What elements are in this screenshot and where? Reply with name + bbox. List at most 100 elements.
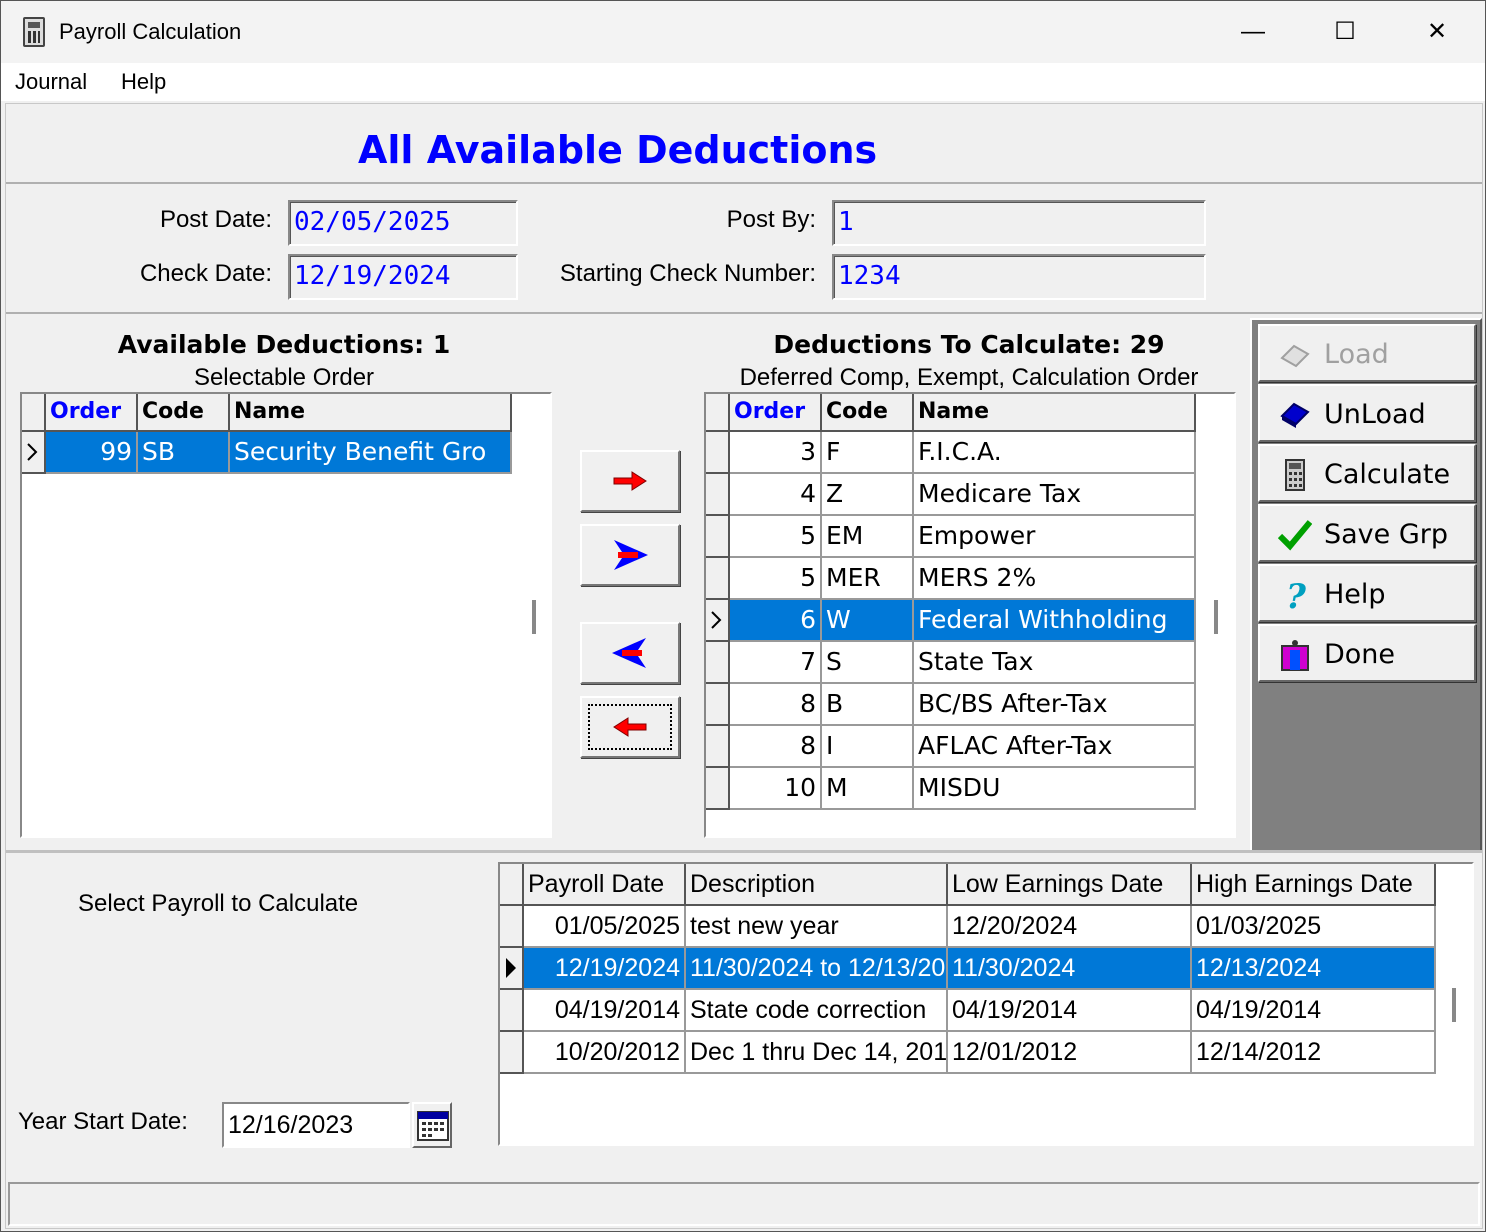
col-description[interactable]: Description	[686, 864, 948, 906]
table-cell-name[interactable]: AFLAC After-Tax	[914, 726, 1196, 768]
table-cell-order[interactable]: 7	[730, 642, 822, 684]
table-cell-low[interactable]: 12/01/2012	[948, 1032, 1192, 1074]
table-cell-name[interactable]: F.I.C.A.	[914, 432, 1196, 474]
table-cell-date[interactable]: 01/05/2025	[524, 906, 686, 948]
col-code[interactable]: Code	[138, 394, 230, 432]
row-indicator[interactable]	[706, 684, 730, 726]
table-cell-order[interactable]: 3	[730, 432, 822, 474]
col-name[interactable]: Name	[230, 394, 512, 432]
row-indicator[interactable]	[706, 768, 730, 810]
available-deductions-subtitle: Selectable Order	[193, 364, 375, 391]
row-indicator[interactable]	[706, 474, 730, 516]
table-cell-desc[interactable]: State code correction	[686, 990, 948, 1032]
row-indicator[interactable]	[500, 906, 524, 948]
table-cell-name[interactable]: Empower	[914, 516, 1196, 558]
table-cell-code[interactable]: F	[822, 432, 914, 474]
post-date-field[interactable]: 02/05/2025	[288, 200, 518, 246]
table-cell-low[interactable]: 11/30/2024	[948, 948, 1192, 990]
col-order[interactable]: Order	[730, 394, 822, 432]
col-order[interactable]: Order	[46, 394, 138, 432]
save-grp-button[interactable]: Save Grp	[1258, 504, 1476, 562]
table-cell-code[interactable]: MER	[822, 558, 914, 600]
table-cell-code[interactable]: I	[822, 726, 914, 768]
col-name[interactable]: Name	[914, 394, 1196, 432]
starting-check-number-field[interactable]: 1234	[832, 254, 1206, 300]
table-cell-name[interactable]: MISDU	[914, 768, 1196, 810]
table-cell-code[interactable]: EM	[822, 516, 914, 558]
payroll-calculation-window: Payroll Calculation — ☐ ✕ Journal Help A…	[0, 0, 1486, 1232]
row-indicator[interactable]	[706, 642, 730, 684]
table-cell-desc[interactable]: Dec 1 thru Dec 14, 201	[686, 1032, 948, 1074]
row-indicator[interactable]	[706, 558, 730, 600]
row-indicator[interactable]	[706, 516, 730, 558]
table-cell-desc[interactable]: 11/30/2024 to 12/13/20	[686, 948, 948, 990]
maximize-button[interactable]: ☐	[1315, 11, 1375, 53]
table-cell-order[interactable]: 4	[730, 474, 822, 516]
calendar-button[interactable]	[412, 1102, 452, 1148]
scrollbar-thumb[interactable]	[1214, 600, 1218, 634]
row-indicator[interactable]	[500, 1032, 524, 1074]
table-cell-order[interactable]: 8	[730, 726, 822, 768]
table-cell-name[interactable]: Security Benefit Gro	[230, 432, 512, 474]
table-cell-code[interactable]: SB	[138, 432, 230, 474]
table-cell-date[interactable]: 04/19/2014	[524, 990, 686, 1032]
minimize-button[interactable]: —	[1223, 11, 1283, 53]
table-cell-order[interactable]: 5	[730, 516, 822, 558]
table-cell-name[interactable]: MERS 2%	[914, 558, 1196, 600]
table-cell-name[interactable]: Federal Withholding	[914, 600, 1196, 642]
unload-button[interactable]: UnLoad	[1258, 384, 1476, 442]
table-cell-low[interactable]: 04/19/2014	[948, 990, 1192, 1032]
row-indicator[interactable]	[500, 948, 524, 990]
row-indicator[interactable]	[706, 432, 730, 474]
table-cell-high[interactable]: 04/19/2014	[1192, 990, 1436, 1032]
table-cell-name[interactable]: State Tax	[914, 642, 1196, 684]
table-cell-order[interactable]: 99	[46, 432, 138, 474]
help-button[interactable]: ? Help	[1258, 564, 1476, 622]
table-cell-high[interactable]: 01/03/2025	[1192, 906, 1436, 948]
table-cell-code[interactable]: S	[822, 642, 914, 684]
move-right-all-button[interactable]	[580, 524, 680, 586]
table-cell-code[interactable]: B	[822, 684, 914, 726]
year-start-date-input[interactable]: 12/16/2023	[222, 1102, 410, 1148]
table-cell-order[interactable]: 6	[730, 600, 822, 642]
table-cell-desc[interactable]: test new year	[686, 906, 948, 948]
scrollbar-thumb[interactable]	[1452, 988, 1456, 1022]
grid-corner	[706, 394, 730, 432]
table-cell-code[interactable]: Z	[822, 474, 914, 516]
move-left-all-button[interactable]	[580, 622, 680, 684]
done-button[interactable]: Done	[1258, 624, 1476, 682]
table-cell-low[interactable]: 12/20/2024	[948, 906, 1192, 948]
table-cell-order[interactable]: 8	[730, 684, 822, 726]
payroll-grid[interactable]: Payroll Date Description Low Earnings Da…	[498, 862, 1474, 1146]
load-button[interactable]: Load	[1258, 324, 1476, 382]
table-cell-order[interactable]: 5	[730, 558, 822, 600]
col-low-earnings-date[interactable]: Low Earnings Date	[948, 864, 1192, 906]
menu-journal[interactable]: Journal	[15, 69, 87, 95]
move-right-one-button[interactable]	[580, 450, 680, 512]
table-cell-date[interactable]: 12/19/2024	[524, 948, 686, 990]
table-cell-name[interactable]: Medicare Tax	[914, 474, 1196, 516]
table-cell-code[interactable]: M	[822, 768, 914, 810]
post-by-field[interactable]: 1	[832, 200, 1206, 246]
close-button[interactable]: ✕	[1407, 11, 1467, 53]
available-deductions-grid[interactable]: Order Code Name 99 SB Security Benefit G…	[20, 392, 552, 838]
table-cell-high[interactable]: 12/13/2024	[1192, 948, 1436, 990]
scrollbar-thumb[interactable]	[532, 600, 536, 634]
table-cell-code[interactable]: W	[822, 600, 914, 642]
calculate-button[interactable]: Calculate	[1258, 444, 1476, 502]
eraser-icon	[1280, 402, 1310, 428]
table-cell-high[interactable]: 12/14/2012	[1192, 1032, 1436, 1074]
table-cell-name[interactable]: BC/BS After-Tax	[914, 684, 1196, 726]
row-indicator[interactable]	[500, 990, 524, 1032]
col-high-earnings-date[interactable]: High Earnings Date	[1192, 864, 1436, 906]
table-cell-order[interactable]: 10	[730, 768, 822, 810]
deductions-to-calculate-grid[interactable]: Order Code Name 3 F F.I.C.A. 4 Z Medicare Tax…	[704, 392, 1236, 838]
table-cell-date[interactable]: 10/20/2012	[524, 1032, 686, 1074]
check-date-field[interactable]: 12/19/2024	[288, 254, 518, 300]
row-indicator[interactable]	[706, 726, 730, 768]
move-left-one-button[interactable]	[580, 696, 680, 758]
col-code[interactable]: Code	[822, 394, 914, 432]
row-indicator[interactable]	[706, 600, 730, 642]
col-payroll-date[interactable]: Payroll Date	[524, 864, 686, 906]
menu-help[interactable]: Help	[121, 69, 166, 95]
